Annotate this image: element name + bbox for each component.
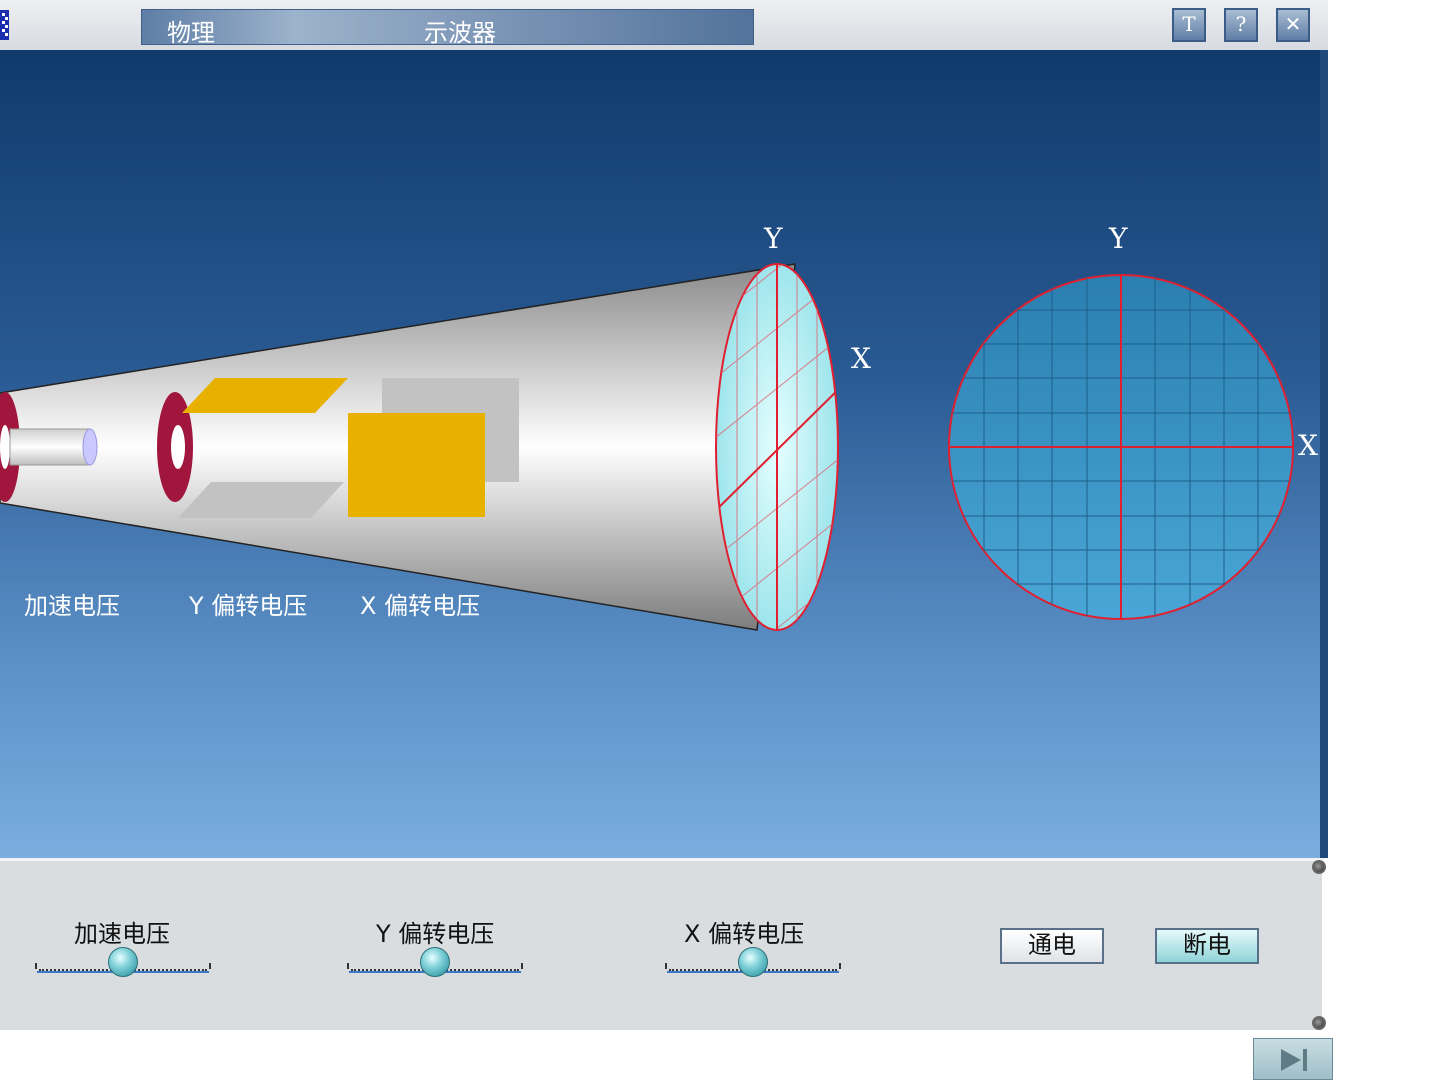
accelerating-slider[interactable] xyxy=(35,947,211,987)
close-button[interactable]: ✕ xyxy=(1276,8,1310,42)
x-deflection-label: X 偏转电压 xyxy=(360,592,481,620)
slider-thumb[interactable] xyxy=(420,947,450,977)
app-icon xyxy=(0,10,9,40)
y-deflection-label: Y 偏转电压 xyxy=(189,592,308,620)
subject-title: 物理 xyxy=(167,19,215,47)
gun-barrel xyxy=(9,428,91,466)
power-on-button[interactable]: 通电 xyxy=(1000,928,1104,964)
x-deflection-slider[interactable] xyxy=(665,947,841,987)
accelerating-slider-label: 加速电压 xyxy=(74,920,170,948)
screen-x-label: X xyxy=(1298,429,1318,462)
tube-y-label: Y xyxy=(764,222,783,255)
x-deflection-slider-label: X 偏转电压 xyxy=(684,920,805,948)
next-page-button[interactable] xyxy=(1253,1038,1333,1080)
panel-rivet-bottom xyxy=(1312,1016,1326,1030)
accelerating-voltage-label: 加速电压 xyxy=(24,592,120,620)
panel-rivet-top xyxy=(1312,860,1326,874)
text-icon: T xyxy=(1182,12,1196,36)
slider-thumb[interactable] xyxy=(738,947,768,977)
help-button[interactable]: ? xyxy=(1224,8,1258,42)
control-panel xyxy=(0,858,1325,1030)
power-off-button[interactable]: 断电 xyxy=(1155,928,1259,964)
y-deflection-slider[interactable] xyxy=(347,947,523,987)
title-bar: 物理 示波器 T ? ✕ xyxy=(0,0,1328,51)
text-button[interactable]: T xyxy=(1172,8,1206,42)
topic-title: 示波器 xyxy=(424,19,496,47)
close-icon: ✕ xyxy=(1284,12,1302,36)
title-banner: 物理 示波器 xyxy=(141,9,754,47)
simulation-edge xyxy=(1320,50,1328,858)
x-plate-front xyxy=(348,413,485,517)
help-icon: ? xyxy=(1235,12,1247,36)
simulation-area: Y X Y X 加速电压 Y 偏转电压 X 偏转电压 xyxy=(0,50,1320,858)
oscilloscope-diagram xyxy=(0,263,1294,631)
y-deflection-slider-label: Y 偏转电压 xyxy=(376,920,495,948)
screen-y-label: Y xyxy=(1109,222,1128,255)
tube-x-label: X xyxy=(851,342,871,375)
slider-thumb[interactable] xyxy=(108,947,138,977)
skip-next-icon xyxy=(1281,1049,1307,1071)
